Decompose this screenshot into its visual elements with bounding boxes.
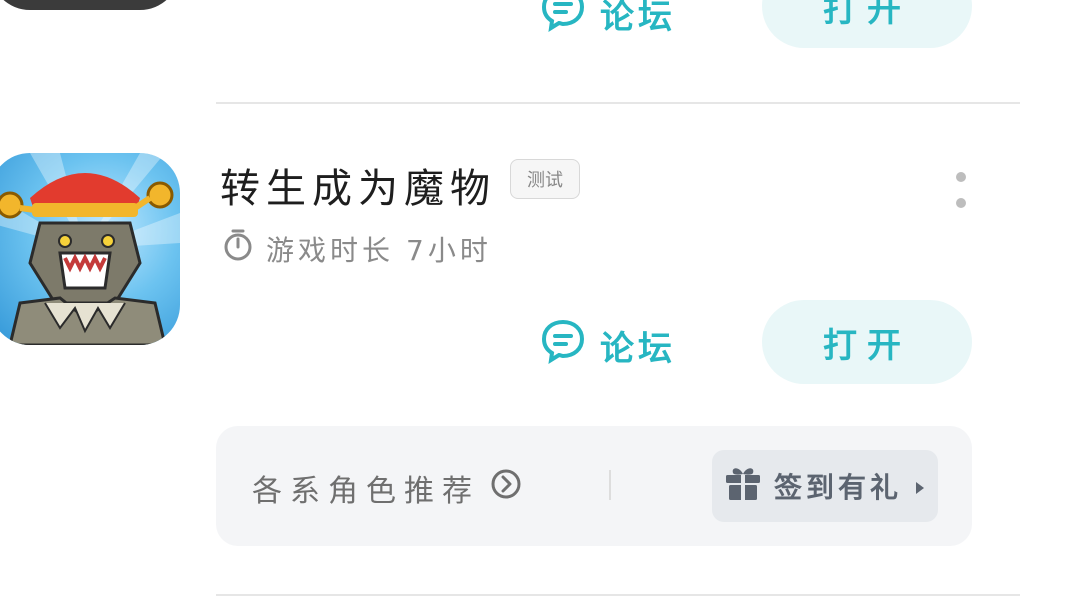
recommend-link[interactable]: 各系角色推荐 <box>252 466 522 510</box>
previous-forum-link[interactable]: 论坛 <box>540 0 676 41</box>
status-badge: 测试 <box>510 159 580 199</box>
panel-divider <box>609 470 611 500</box>
circle-chevron-right-icon <box>490 468 522 508</box>
triangle-right-icon <box>914 470 926 503</box>
previous-game-icon[interactable] <box>0 0 180 10</box>
playtime-value: 7小时 <box>406 233 492 267</box>
more-vertical-icon[interactable] <box>948 168 974 212</box>
stopwatch-icon <box>222 228 254 269</box>
checkin-label: 签到有礼 <box>773 471 902 504</box>
previous-open-button[interactable]: 打开 <box>762 0 972 48</box>
playtime-row: 游戏时长 7小时 <box>222 228 492 269</box>
chat-bubble-icon <box>540 0 586 41</box>
gift-icon <box>724 464 762 509</box>
playtime-label: 游戏时长 <box>266 233 395 267</box>
checkin-button[interactable]: 签到有礼 <box>712 450 938 522</box>
open-button[interactable]: 打开 <box>762 300 972 384</box>
forum-label: 论坛 <box>600 0 676 37</box>
game-title[interactable]: 转生成为魔物 <box>220 156 496 214</box>
forum-label: 论坛 <box>600 329 676 369</box>
game-app-icon[interactable] <box>0 153 180 345</box>
chat-bubble-icon <box>540 318 586 373</box>
divider <box>216 594 1020 596</box>
recommend-label: 各系角色推荐 <box>252 474 480 509</box>
divider <box>216 102 1020 104</box>
forum-link[interactable]: 论坛 <box>540 318 676 373</box>
